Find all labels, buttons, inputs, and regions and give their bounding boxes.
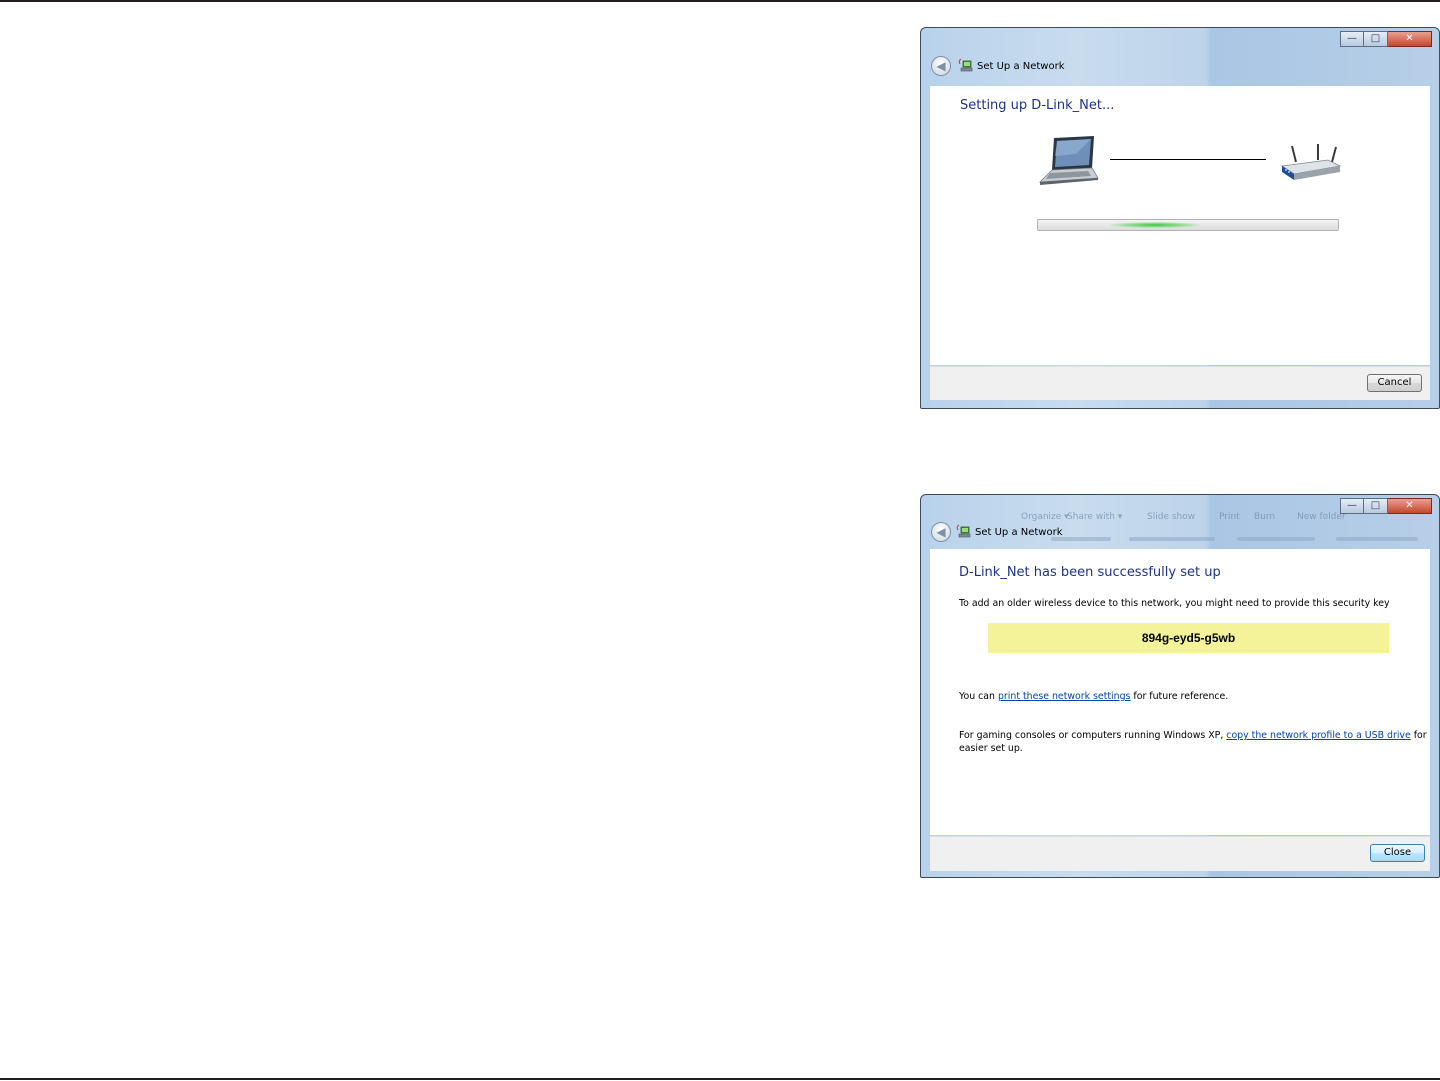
copy-profile-usb-link[interactable]: copy the network profile to a USB drive	[1226, 730, 1410, 741]
close-window-button[interactable]: ✕	[1388, 31, 1432, 47]
dialog-footer: Cancel	[930, 366, 1430, 400]
close-button[interactable]: Close	[1370, 844, 1425, 862]
cancel-button[interactable]: Cancel	[1367, 374, 1422, 392]
window-title: Set Up a Network	[977, 61, 1065, 72]
background-toolbar-item: Burn	[1254, 512, 1276, 522]
setup-network-success-window: Organize ▾ Share with ▾ Slide show Print…	[920, 494, 1440, 878]
wireless-router-icon	[1280, 144, 1342, 180]
print-settings-suffix: for future reference.	[1130, 691, 1229, 702]
print-settings-prefix: You can	[959, 691, 998, 702]
security-key-box: 894g-eyd5-g5wb	[988, 623, 1389, 653]
success-heading: D-Link_Net has been successfully set up	[959, 565, 1221, 580]
background-toolbar-item: Slide show	[1147, 512, 1196, 522]
dialog-content: D-Link_Net has been successfully set up …	[930, 549, 1430, 835]
background-toolbar-item: New folder	[1297, 512, 1346, 522]
page-bottom-rule	[0, 1078, 1440, 1080]
minimize-button[interactable]: —	[1340, 498, 1364, 514]
print-settings-line: You can print these network settings for…	[959, 691, 1228, 702]
network-setup-icon	[958, 58, 973, 72]
setup-status-heading: Setting up D-Link_Net...	[960, 98, 1115, 113]
maximize-button[interactable]: □	[1364, 498, 1388, 514]
setup-progress-bar	[1037, 219, 1339, 231]
setup-network-progress-window: — □ ✕ ◀ Set Up a Network Setting up D-Li…	[920, 27, 1440, 409]
laptop-icon	[1038, 136, 1099, 185]
window-controls: — □ ✕	[1340, 498, 1432, 514]
connection-line	[1110, 159, 1266, 160]
back-arrow-icon[interactable]: ◀	[931, 522, 951, 542]
network-setup-icon	[956, 524, 971, 538]
usb-profile-suffix: for	[1410, 730, 1427, 741]
dialog-footer: Close	[930, 836, 1430, 871]
maximize-button[interactable]: □	[1364, 31, 1388, 47]
progress-indicator	[1110, 222, 1200, 228]
print-settings-link[interactable]: print these network settings	[998, 691, 1130, 702]
window-title: Set Up a Network	[975, 527, 1063, 538]
close-window-button[interactable]: ✕	[1388, 498, 1432, 514]
usb-profile-prefix: For gaming consoles or computers running…	[959, 730, 1227, 741]
background-toolbar-item: Print	[1219, 512, 1240, 522]
back-arrow-icon[interactable]: ◀	[931, 56, 951, 76]
background-toolbar-item: Organize ▾	[1021, 512, 1069, 522]
security-key-value: 894g-eyd5-g5wb	[1141, 631, 1236, 645]
window-controls: — □ ✕	[1340, 31, 1432, 47]
minimize-button[interactable]: —	[1340, 31, 1364, 47]
dialog-content: Setting up D-Link_Net...	[930, 86, 1430, 365]
background-toolbar-item: Share with ▾	[1067, 512, 1123, 522]
security-key-intro: To add an older wireless device to this …	[959, 598, 1390, 609]
usb-profile-line-2: easier set up.	[959, 743, 1023, 754]
page-top-rule	[0, 0, 1440, 2]
usb-profile-line: For gaming consoles or computers running…	[959, 730, 1427, 741]
